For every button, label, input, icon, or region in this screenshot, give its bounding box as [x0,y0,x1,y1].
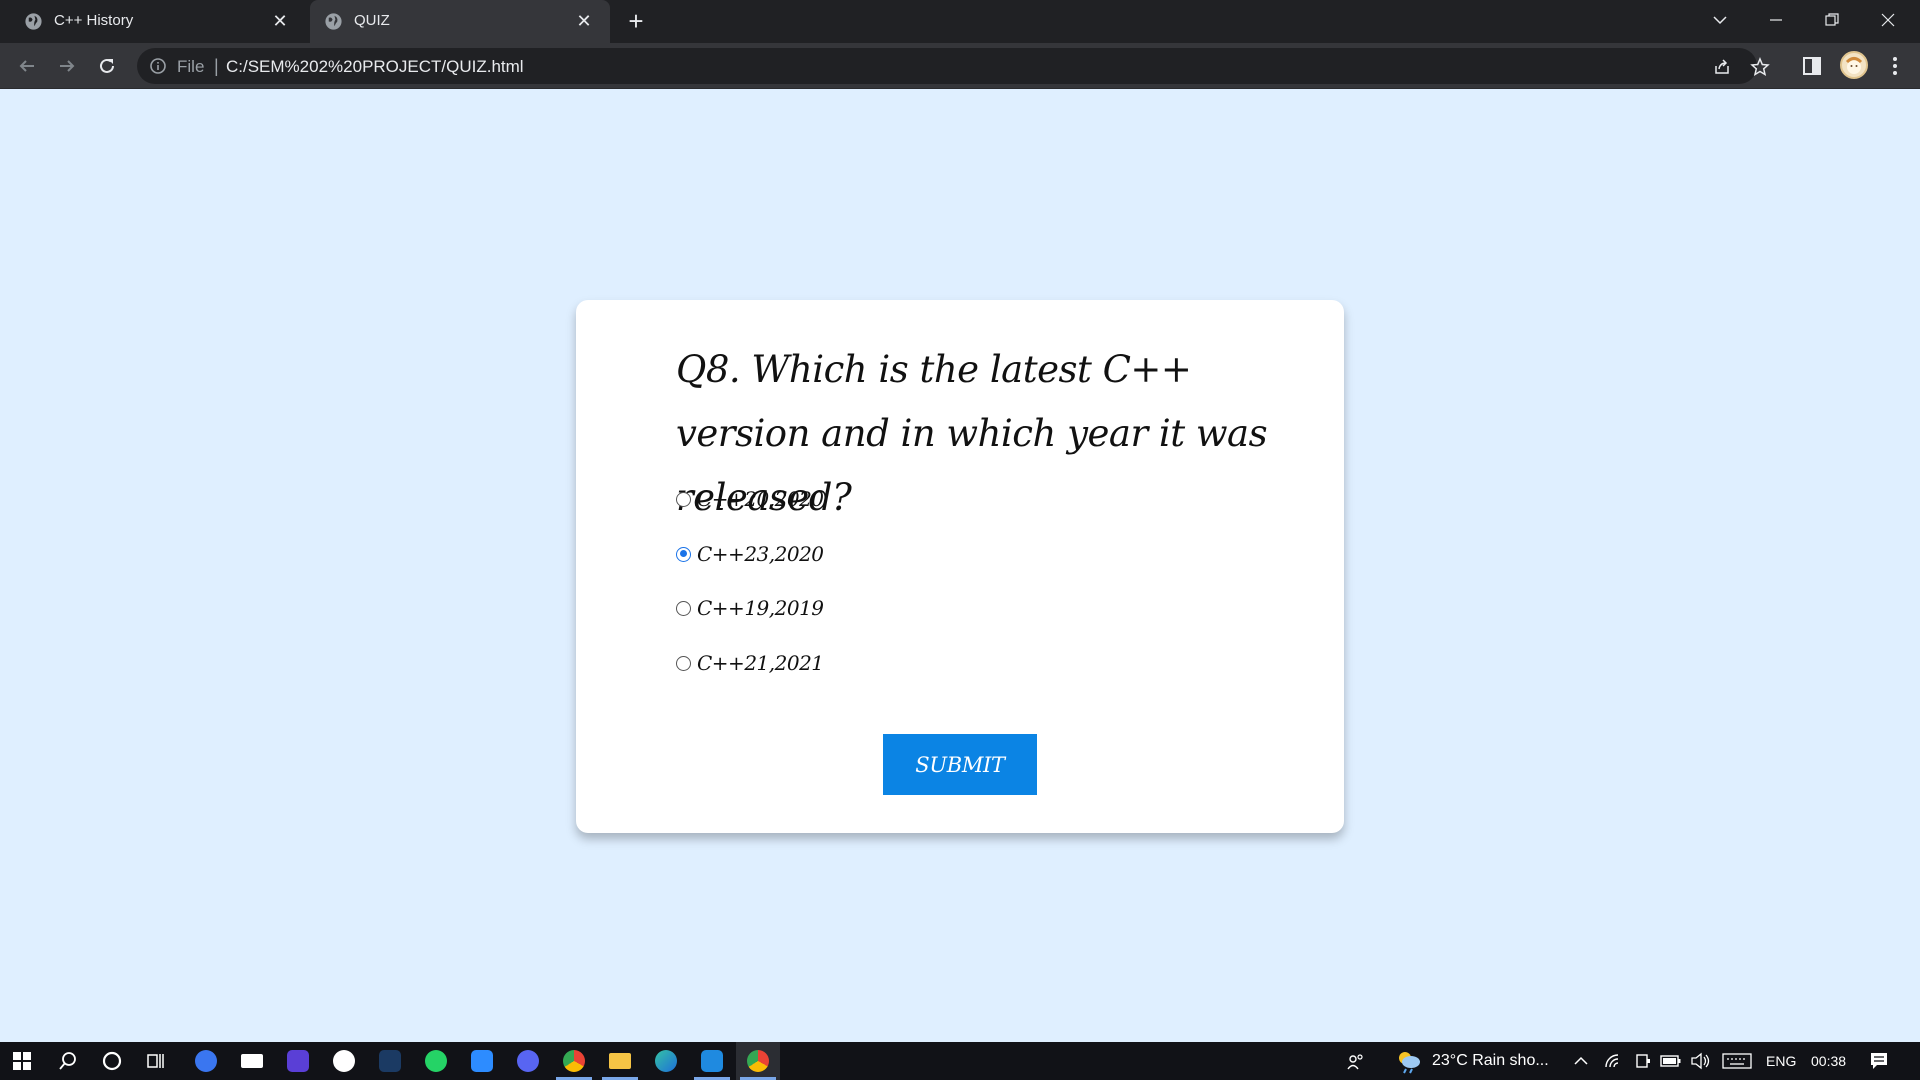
search-button[interactable] [46,1042,90,1080]
edge-icon [655,1050,677,1072]
globe-icon [325,13,342,30]
url-text[interactable]: C:/SEM%202%20PROJECT/QUIZ.html [226,57,524,77]
option-3[interactable]: C++19,2019 [676,593,1076,623]
taskbar-app-discord[interactable] [506,1042,550,1080]
notification-icon[interactable] [1869,1051,1889,1071]
side-panel-icon[interactable] [1801,55,1823,77]
tab-cpp-history[interactable]: C++ History ✕ [0,0,306,43]
option-label[interactable]: C++19,2019 [697,596,824,620]
tab-search-icon[interactable] [1692,0,1748,40]
taskbar-app-chrome[interactable] [552,1042,596,1080]
reload-button[interactable] [92,51,122,81]
address-bar[interactable]: File | C:/SEM%202%20PROJECT/QUIZ.html [137,48,1770,84]
signal-app-icon [195,1050,217,1072]
globe-icon [25,13,42,30]
scheme-label: File [177,57,205,76]
back-button[interactable] [12,51,42,81]
close-tab-icon[interactable]: ✕ [574,11,594,31]
cortana-icon [102,1051,122,1071]
share-icon[interactable] [1712,57,1732,77]
clock[interactable]: 00:38 [1811,1053,1846,1069]
chrome-icon [563,1050,585,1072]
discord-icon [517,1050,539,1072]
tab-title: C++ History [54,12,134,29]
vscode-icon [701,1050,723,1072]
whatsapp-icon [425,1050,447,1072]
taskbar-app-whatsapp[interactable] [414,1042,458,1080]
weather-rain-icon[interactable] [1394,1048,1422,1074]
steam-icon [379,1050,401,1072]
address-separator: | [214,56,219,76]
radio-button[interactable] [676,655,691,671]
wifi-icon[interactable] [1604,1053,1622,1069]
taskbar-app-vscode[interactable] [690,1042,734,1080]
search-icon [59,1052,76,1070]
folder-icon [609,1053,631,1069]
new-tab-button[interactable]: + [622,8,650,36]
cortana-button[interactable] [90,1042,134,1080]
xbox-icon [333,1050,355,1072]
tab-quiz[interactable]: QUIZ ✕ [310,0,610,43]
taskbar-app-mail[interactable] [230,1042,274,1080]
task-view-button[interactable] [134,1042,178,1080]
tab-title: QUIZ [354,12,390,29]
taskbar-app-edge[interactable] [644,1042,688,1080]
profile-avatar[interactable] [1840,51,1868,79]
option-label[interactable]: C++23,2020 [697,542,824,566]
taskbar-app-steam[interactable] [368,1042,412,1080]
close-window-button[interactable] [1860,0,1916,40]
close-tab-icon[interactable]: ✕ [270,11,290,31]
info-icon[interactable] [149,57,167,75]
option-2[interactable]: C++23,2020 [676,539,1076,569]
taskbar-app-editor[interactable] [276,1042,320,1080]
browser-toolbar: File | C:/SEM%202%20PROJECT/QUIZ.html [0,43,1920,89]
arrow-right-icon [60,60,75,72]
arrow-left-icon [19,60,34,72]
taskbar-app-chrome-active[interactable] [736,1042,780,1080]
option-label[interactable]: C++21,2021 [697,651,824,675]
taskbar-app-xbox[interactable] [322,1042,366,1080]
volume-icon[interactable] [1690,1052,1712,1070]
editor-app-icon [287,1050,309,1072]
weather-text[interactable]: 23°C Rain sho... [1432,1052,1549,1070]
zoom-icon [471,1050,493,1072]
reload-icon [100,58,114,73]
minimize-button[interactable] [1748,0,1804,40]
forward-button[interactable] [52,51,82,81]
taskbar-app-zoom[interactable] [460,1042,504,1080]
radio-button[interactable] [676,491,691,507]
language-indicator[interactable]: ENG [1766,1053,1796,1069]
submit-button[interactable]: SUBMIT [883,734,1037,795]
meet-now-icon[interactable] [1634,1052,1652,1070]
quiz-card: Q8. Which is the latest C++ version and … [576,300,1344,833]
taskbar-app-signal[interactable] [184,1042,228,1080]
radio-button-selected[interactable] [676,546,691,562]
battery-icon[interactable] [1660,1054,1682,1068]
start-button[interactable] [0,1042,44,1080]
browser-tab-strip: C++ History ✕ QUIZ ✕ + [0,0,1920,43]
people-icon[interactable] [1346,1052,1366,1072]
star-icon[interactable] [1750,57,1770,77]
windows-logo-icon [13,1052,31,1070]
keyboard-icon[interactable] [1722,1053,1752,1069]
restore-button[interactable] [1804,0,1860,40]
more-options-icon[interactable] [1884,55,1906,77]
option-4[interactable]: C++21,2021 [676,648,1076,678]
task-view-icon [147,1054,164,1068]
windows-taskbar: 23°C Rain sho... ENG 00:38 [0,1042,1920,1080]
mail-icon [241,1054,263,1068]
radio-button[interactable] [676,600,691,616]
chevron-up-icon[interactable] [1573,1054,1589,1068]
option-1[interactable]: C++20,2020 [676,484,1076,514]
chrome-icon [747,1050,769,1072]
option-label[interactable]: C++20,2020 [697,487,824,511]
taskbar-app-file-explorer[interactable] [598,1042,642,1080]
